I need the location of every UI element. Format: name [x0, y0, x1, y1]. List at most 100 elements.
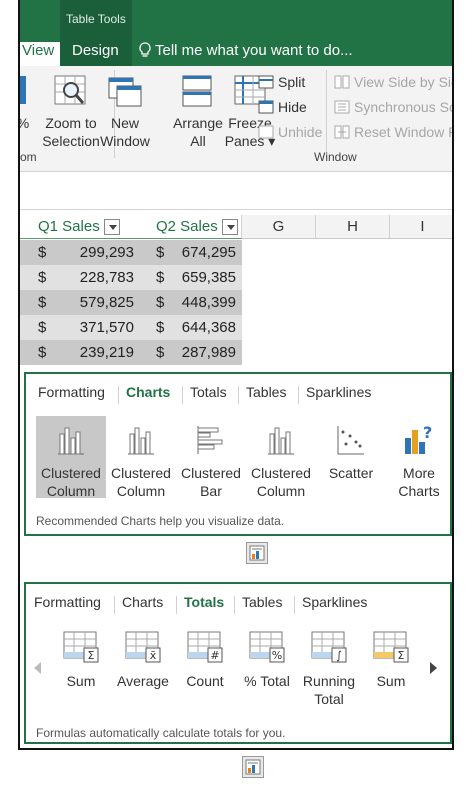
tab-sparklines[interactable]: Sparklines	[306, 384, 371, 400]
table-row[interactable]: $579,825 $448,399	[20, 290, 242, 315]
split-label: Split	[278, 74, 306, 90]
reset-window-position-button[interactable]: Reset Window Position	[334, 124, 452, 140]
count-icon: #	[174, 630, 236, 668]
q2-sales-cell[interactable]: 659,385	[164, 265, 236, 290]
totals-footer-text: Formulas automatically calculate totals …	[36, 726, 286, 740]
total-option[interactable]: Σ Sum	[360, 630, 422, 690]
quick-analysis-icon	[249, 545, 265, 561]
tab-tables[interactable]: Tables	[246, 384, 286, 400]
clustered-column-icon	[246, 424, 316, 460]
zoom-to-selection-label-2: Selection	[42, 133, 100, 149]
arrange-all-icon	[182, 75, 212, 107]
quick-analysis-tabs: Formatting Charts Totals Tables Sparklines	[26, 594, 450, 618]
chart-option-label-1: Clustered	[181, 465, 241, 481]
column-header-g[interactable]: G	[242, 215, 316, 239]
split-icon	[258, 75, 274, 89]
q2-sales-cell[interactable]: 644,368	[164, 315, 236, 340]
quick-analysis-button[interactable]	[242, 756, 264, 778]
tab-separator	[182, 386, 183, 404]
tab-separator	[234, 596, 235, 614]
column-header-q1-sales[interactable]: Q1 Sales	[20, 215, 126, 239]
chart-option[interactable]: Clustered Bar	[176, 416, 246, 499]
unhide-button[interactable]: Unhide	[258, 124, 322, 140]
svg-text:Σ: Σ	[88, 649, 95, 662]
q2-sales-cell[interactable]: 287,989	[164, 340, 236, 365]
table-row[interactable]: $239,219 $287,989	[20, 340, 242, 365]
q1-sales-cell[interactable]: 579,825	[60, 290, 134, 315]
tab-totals[interactable]: Totals	[184, 594, 224, 610]
percent-total-icon: %	[236, 630, 298, 668]
total-option[interactable]: x̄ Average	[112, 630, 174, 690]
chart-option[interactable]: ? More Charts	[384, 416, 452, 499]
quick-analysis-icon	[245, 759, 261, 775]
clustered-column-icon	[106, 424, 176, 460]
arrange-all-button[interactable]: Arrange All	[170, 72, 226, 150]
table-row[interactable]: $299,293 $674,295	[20, 240, 242, 265]
chart-option-label-2: Bar	[200, 483, 222, 499]
hide-button[interactable]: Hide	[258, 99, 307, 115]
total-option[interactable]: % % Total	[236, 630, 298, 690]
total-option[interactable]: # Count	[174, 630, 236, 690]
table-row[interactable]: $371,570 $644,368	[20, 315, 242, 340]
q1-sales-cell[interactable]: 299,293	[60, 240, 134, 265]
quick-analysis-button[interactable]	[246, 542, 268, 564]
synchronous-scrolling-button[interactable]: Synchronous Scrolling	[334, 99, 452, 115]
q2-sales-cell[interactable]: 448,399	[164, 290, 236, 315]
scatter-icon	[316, 424, 386, 460]
total-option-label-1: Sum	[66, 673, 96, 689]
formula-bar[interactable]	[20, 176, 452, 210]
new-window-icon	[108, 77, 142, 107]
tab-charts[interactable]: Charts	[122, 594, 163, 610]
q2-sales-cell[interactable]: 674,295	[164, 240, 236, 265]
tab-tables[interactable]: Tables	[242, 594, 282, 610]
q1-sales-cell[interactable]: 371,570	[60, 315, 134, 340]
window-group-label: Window	[314, 150, 357, 164]
q1-sales-cell[interactable]: 228,783	[60, 265, 134, 290]
column-header-h[interactable]: H	[316, 215, 390, 239]
table-row[interactable]: $228,783 $659,385	[20, 265, 242, 290]
total-option[interactable]: ∫ Running Total	[298, 630, 360, 708]
q1-filter-dropdown-icon[interactable]	[104, 219, 120, 235]
zoom-group-label: om	[20, 150, 37, 164]
running-total-icon: ∫	[298, 630, 360, 668]
chart-option[interactable]: Clustered Column	[246, 416, 316, 499]
chart-option-label-2: Column	[256, 483, 306, 499]
reset-window-position-label: Reset Window Position	[354, 124, 452, 140]
tell-me-search[interactable]: Tell me what you want to do...	[138, 42, 353, 59]
q1-sales-cell[interactable]: 239,219	[60, 340, 134, 365]
scroll-right-arrow-icon[interactable]	[430, 662, 437, 674]
tab-totals[interactable]: Totals	[190, 384, 227, 400]
split-button[interactable]: Split	[258, 74, 305, 90]
tab-view[interactable]: View	[20, 42, 60, 66]
tell-me-text: Tell me what you want to do...	[155, 42, 353, 59]
worksheet-grid[interactable]: Q1 Sales Q2 Sales G H I $299,293 $674,295…	[20, 215, 452, 375]
currency-symbol: $	[38, 269, 47, 286]
percent-button-fragment[interactable]: %	[20, 72, 30, 132]
column-header-q2-sales[interactable]: Q2 Sales	[126, 215, 242, 239]
tab-separator	[118, 386, 119, 404]
tab-formatting[interactable]: Formatting	[38, 384, 105, 400]
total-option[interactable]: Σ Sum	[50, 630, 112, 690]
currency-symbol: $	[38, 344, 47, 361]
charts-footer-text: Recommended Charts help you visualize da…	[36, 514, 285, 528]
tab-design[interactable]: Design	[72, 42, 119, 59]
column-header-i[interactable]: I	[390, 215, 452, 239]
view-side-by-side-icon	[334, 75, 350, 89]
scroll-left-arrow-icon[interactable]	[34, 662, 41, 674]
quick-analysis-totals-panel: Formatting Charts Totals Tables Sparklines Σ…	[24, 582, 452, 744]
ribbon-view: % Zoom to Selection om New Window Arrang…	[20, 66, 452, 172]
tab-formatting[interactable]: Formatting	[34, 594, 101, 610]
new-window-button[interactable]: New Window	[96, 72, 154, 150]
quick-analysis-charts-panel: Formatting Charts Totals Tables Sparklines C…	[24, 372, 452, 536]
view-side-by-side-button[interactable]: View Side by Side	[334, 74, 452, 90]
chart-option[interactable]: Clustered Column	[36, 416, 106, 499]
tab-sparklines[interactable]: Sparklines	[302, 594, 367, 610]
svg-text:%: %	[272, 649, 282, 662]
q2-filter-dropdown-icon[interactable]	[222, 219, 238, 235]
q1-sales-header: Q1 Sales	[38, 218, 100, 235]
arrange-all-label-1: Arrange	[173, 115, 223, 131]
chart-option[interactable]: Clustered Column	[106, 416, 176, 499]
tab-charts[interactable]: Charts	[126, 384, 170, 400]
tab-separator	[294, 596, 295, 614]
chart-option[interactable]: Scatter	[316, 416, 386, 498]
